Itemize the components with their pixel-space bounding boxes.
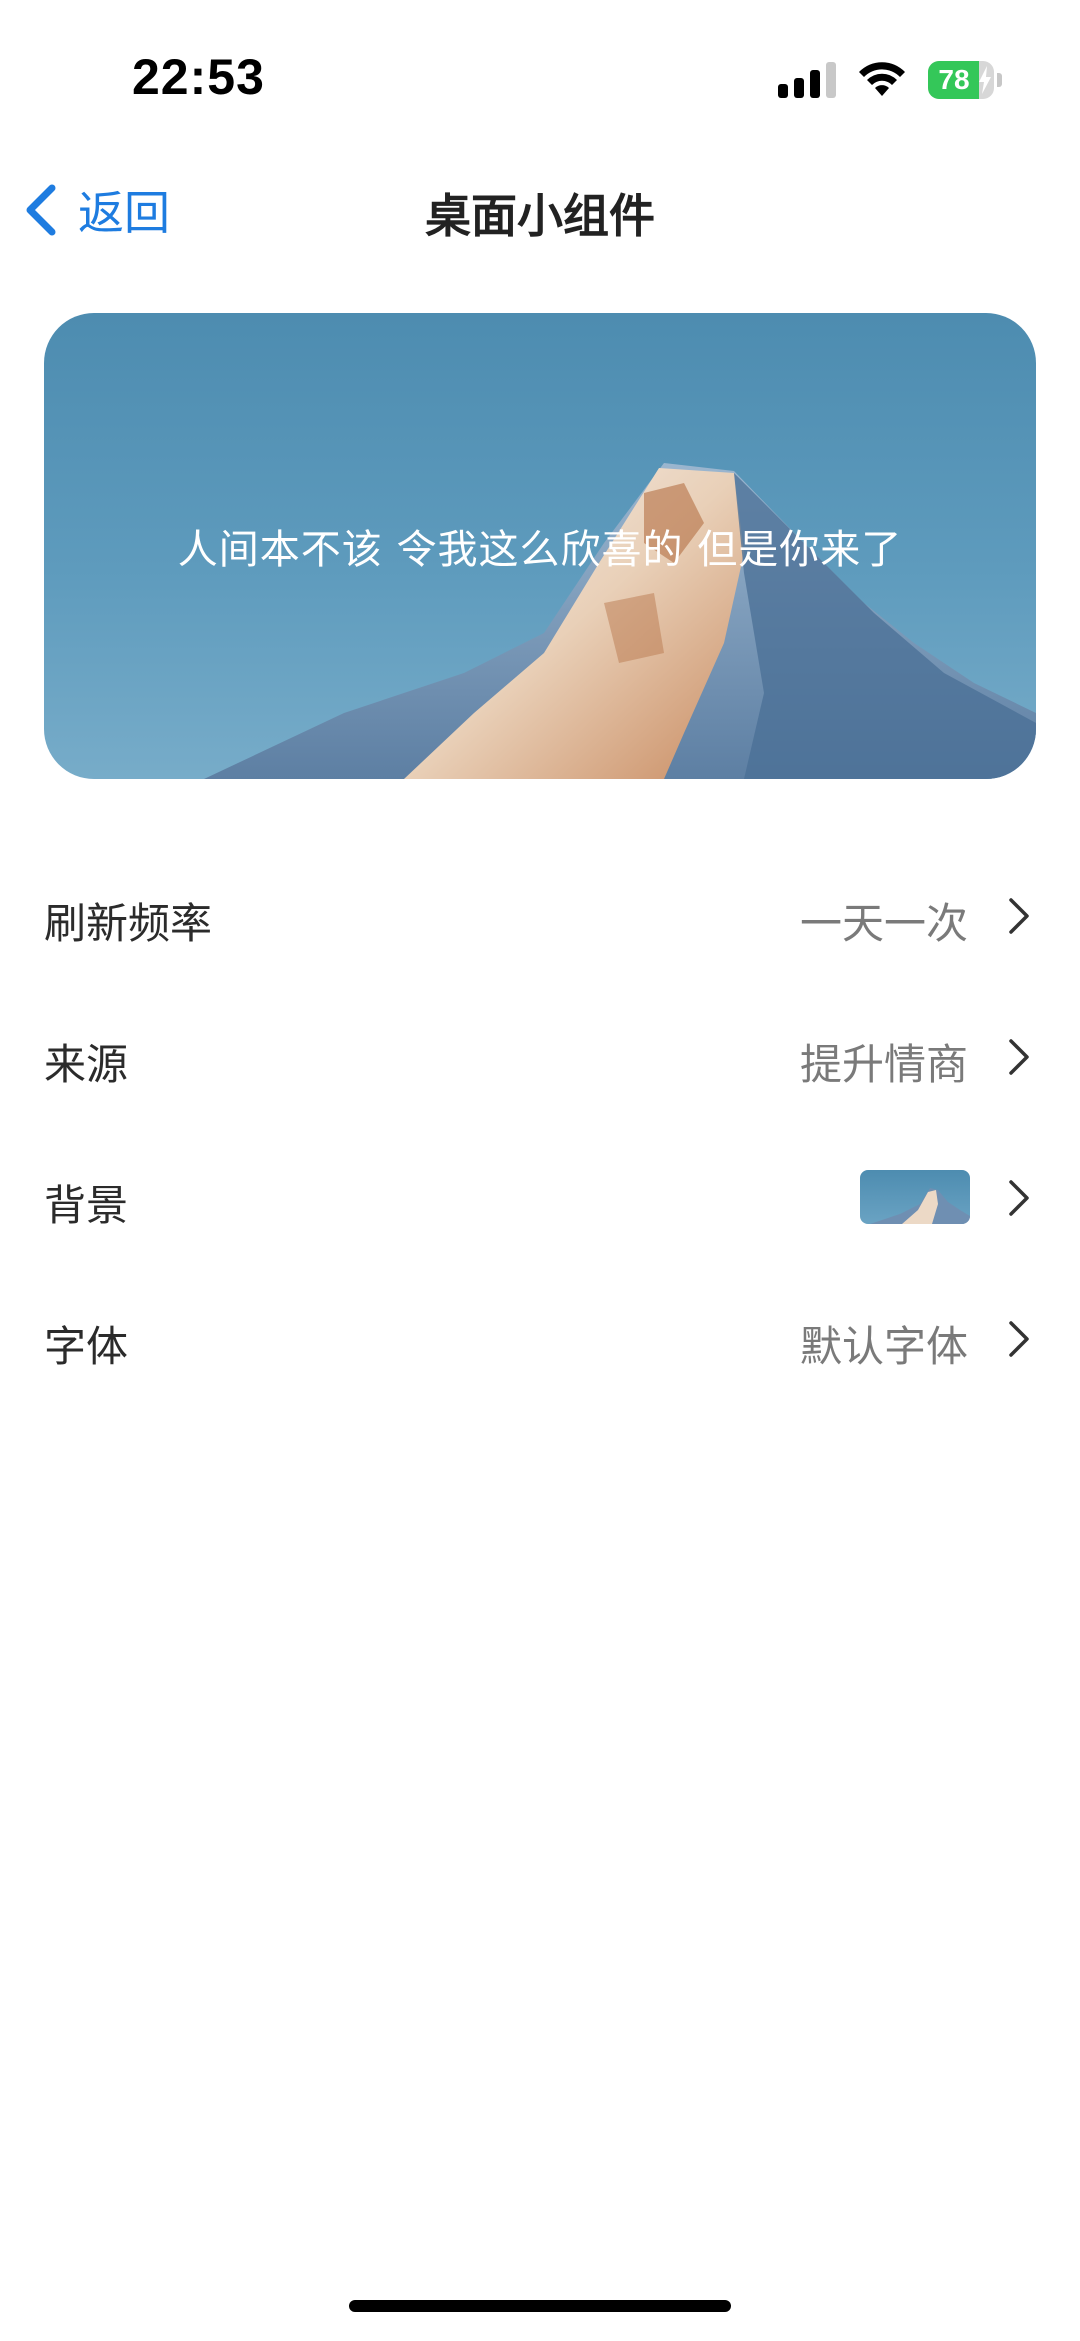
mountain-thumbnail-image xyxy=(870,1188,970,1224)
setting-value: 一天一次 xyxy=(799,899,968,948)
wifi-icon xyxy=(859,62,905,96)
setting-refresh-frequency[interactable]: 刷新频率 一天一次 xyxy=(0,846,1080,987)
setting-source[interactable]: 来源 提升情商 xyxy=(0,987,1080,1128)
preview-quote: 人间本不该 令我这么欣喜的 但是你来了 xyxy=(177,527,903,573)
setting-label: 刷新频率 xyxy=(44,899,213,948)
widget-preview-card: 人间本不该 令我这么欣喜的 但是你来了 xyxy=(44,313,1036,779)
signal-icon xyxy=(778,62,836,98)
charging-bolt-icon xyxy=(979,66,991,94)
battery-icon: 78 xyxy=(928,61,1002,99)
settings-list: 刷新频率 一天一次 来源 提升情商 背景 字体 默认字体 xyxy=(0,846,1080,1410)
setting-value: 提升情商 xyxy=(799,1040,968,1089)
page-title: 桌面小组件 xyxy=(425,189,655,243)
background-thumbnail xyxy=(860,1170,970,1224)
status-icons: 78 xyxy=(778,58,1002,102)
battery-level: 78 xyxy=(938,64,970,95)
battery-cap xyxy=(997,73,1002,87)
home-indicator xyxy=(349,2300,731,2312)
setting-label: 背景 xyxy=(44,1181,129,1230)
setting-label: 来源 xyxy=(44,1040,129,1089)
nav-bar: 返回 桌面小组件 xyxy=(0,150,1080,270)
status-time: 22:53 xyxy=(132,49,265,105)
chevron-right-icon xyxy=(1009,1321,1029,1357)
setting-font[interactable]: 字体 默认字体 xyxy=(0,1269,1080,1410)
chevron-right-icon xyxy=(1009,1039,1029,1075)
status-bar: 22:53 78 xyxy=(0,0,1080,150)
chevron-right-icon xyxy=(1009,898,1029,934)
chevron-right-icon xyxy=(1009,1180,1029,1216)
setting-label: 字体 xyxy=(44,1322,129,1371)
setting-value: 默认字体 xyxy=(799,1322,968,1371)
